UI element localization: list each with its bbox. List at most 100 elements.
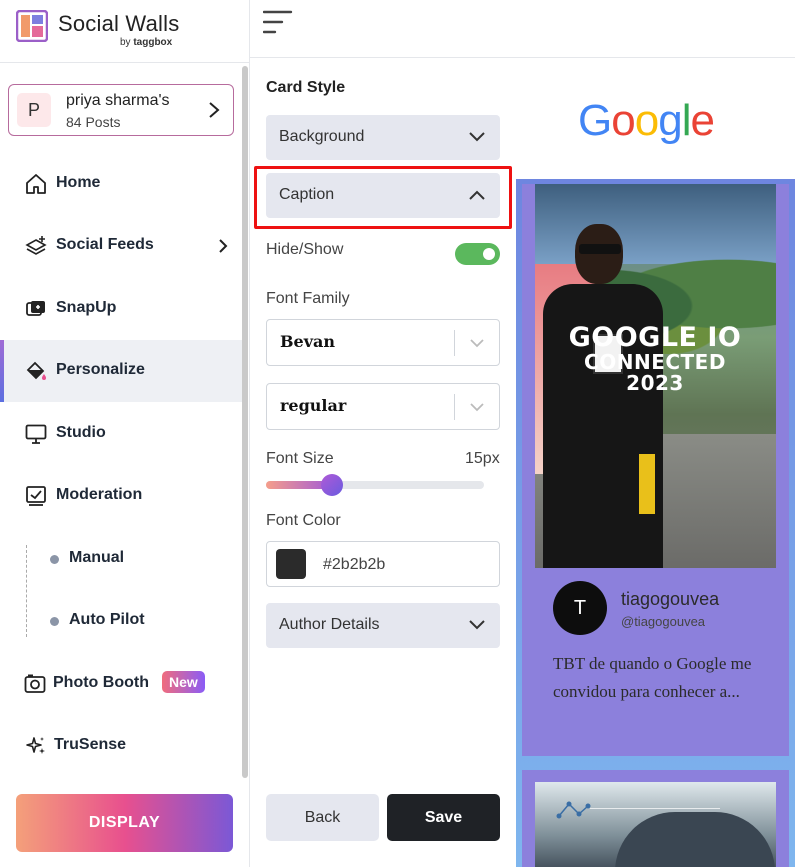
accordion-label: Background bbox=[279, 128, 365, 145]
chevron-up-icon bbox=[469, 190, 485, 200]
author-handle: @tiagogouvea bbox=[621, 614, 706, 629]
font-size-label: Font Size bbox=[266, 450, 334, 467]
sidebar-item-label: Home bbox=[56, 174, 101, 191]
menu-toggle-icon[interactable] bbox=[263, 10, 293, 36]
font-weight-value: regular bbox=[280, 396, 347, 415]
post-image[interactable] bbox=[535, 782, 776, 867]
accordion-label: Caption bbox=[279, 186, 335, 203]
sidebar-item-label: Manual bbox=[69, 549, 125, 566]
account-avatar: P bbox=[17, 93, 51, 127]
wall-preview: Google GOOGLE IO CONNECTED 2023 T tiagog… bbox=[516, 59, 795, 867]
brand-byline: by taggbox bbox=[120, 37, 172, 48]
account-switcher[interactable]: P priya sharma's 84 Posts bbox=[8, 84, 234, 136]
sidebar-item-home[interactable]: Home bbox=[0, 153, 242, 215]
sidebar-item-auto-pilot[interactable]: Auto Pilot bbox=[0, 590, 242, 652]
google-logo: Google bbox=[578, 96, 715, 146]
brand-logo[interactable]: Social Walls by taggbox bbox=[16, 8, 246, 54]
card-style-panel: Card Style Background Caption Hide/Show … bbox=[250, 59, 516, 867]
sidebar-item-social-feeds[interactable]: Social Feeds bbox=[0, 215, 242, 277]
sidebar-item-label: Social Feeds bbox=[56, 236, 154, 253]
font-family-value: Bevan bbox=[280, 332, 335, 351]
slider-thumb[interactable] bbox=[320, 474, 343, 496]
display-button[interactable]: DISPLAY bbox=[16, 794, 233, 852]
brand-by-text: by bbox=[120, 37, 131, 48]
chevron-down-icon bbox=[470, 339, 484, 348]
select-separator bbox=[454, 394, 455, 420]
brand-by-name: taggbox bbox=[133, 37, 173, 48]
sidebar-item-photo-booth[interactable]: Photo Booth New bbox=[0, 653, 242, 715]
chevron-down-icon bbox=[470, 403, 484, 412]
google-logo-letter: G bbox=[578, 96, 612, 145]
font-size-value: 15px bbox=[465, 450, 500, 467]
caption-accordion[interactable]: Caption bbox=[266, 173, 500, 218]
save-button[interactable]: Save bbox=[387, 794, 500, 841]
sidebar-item-label: TruSense bbox=[54, 736, 127, 753]
color-swatch[interactable] bbox=[276, 549, 306, 579]
paint-bucket-icon bbox=[26, 361, 46, 380]
font-color-label: Font Color bbox=[266, 512, 341, 529]
snapup-icon bbox=[26, 301, 45, 316]
layers-plus-icon bbox=[25, 236, 47, 255]
sparkles-icon bbox=[26, 737, 45, 754]
account-name: priya sharma's bbox=[66, 92, 170, 109]
account-posts-count: 84 Posts bbox=[66, 114, 121, 130]
sidebar-item-trusense[interactable]: TruSense bbox=[0, 715, 242, 777]
hide-show-toggle[interactable] bbox=[455, 243, 500, 265]
sidebar-item-label: SnapUp bbox=[56, 299, 117, 316]
sidebar-scrollbar[interactable] bbox=[242, 66, 248, 778]
new-badge: New bbox=[162, 671, 205, 693]
font-family-select[interactable]: Bevan bbox=[266, 319, 500, 366]
post-image[interactable]: GOOGLE IO CONNECTED 2023 bbox=[535, 184, 776, 568]
sidebar-item-snapup[interactable]: SnapUp bbox=[0, 278, 242, 340]
sidebar-item-label: Studio bbox=[56, 424, 106, 441]
image-line bbox=[590, 808, 720, 809]
font-family-label: Font Family bbox=[266, 290, 350, 307]
google-logo-letter: e bbox=[690, 96, 715, 145]
sidebar-item-studio[interactable]: Studio bbox=[0, 403, 242, 465]
chevron-down-icon bbox=[469, 132, 485, 142]
image-person-head bbox=[575, 224, 623, 284]
panel-title: Card Style bbox=[266, 79, 346, 96]
back-button[interactable]: Back bbox=[266, 794, 379, 841]
google-logo-letter: o bbox=[634, 96, 660, 145]
hide-show-label: Hide/Show bbox=[266, 241, 344, 258]
author-avatar[interactable]: T bbox=[553, 581, 607, 635]
image-beanie bbox=[615, 812, 775, 867]
image-person bbox=[543, 224, 663, 568]
post-card[interactable]: GOOGLE IO CONNECTED 2023 T tiagogouvea @… bbox=[522, 184, 789, 756]
font-weight-select[interactable]: regular bbox=[266, 383, 500, 430]
background-accordion[interactable]: Background bbox=[266, 115, 500, 160]
brand-title: Social Walls bbox=[58, 11, 180, 36]
image-title-line1: GOOGLE IO bbox=[568, 322, 742, 353]
google-logo-letter: o bbox=[611, 96, 636, 145]
image-overlay-title: GOOGLE IO CONNECTED 2023 bbox=[555, 322, 755, 396]
monitor-icon bbox=[25, 424, 47, 444]
image-title-line2: CONNECTED 2023 bbox=[584, 350, 726, 396]
font-color-input[interactable]: #2b2b2b bbox=[266, 541, 500, 587]
sidebar-item-label: Photo Booth bbox=[53, 674, 149, 691]
author-details-accordion[interactable]: Author Details bbox=[266, 603, 500, 648]
google-logo-letter: g bbox=[658, 96, 683, 145]
post-card[interactable] bbox=[522, 770, 789, 867]
home-icon bbox=[26, 174, 46, 194]
font-size-slider[interactable] bbox=[266, 474, 484, 496]
camera-icon bbox=[24, 674, 46, 693]
chevron-right-icon bbox=[209, 102, 220, 118]
top-bar bbox=[250, 0, 795, 58]
network-graphic-icon bbox=[556, 801, 591, 819]
check-box-icon bbox=[26, 486, 46, 506]
author-name[interactable]: tiagogouvea bbox=[621, 589, 719, 610]
image-person-sunglasses bbox=[579, 244, 621, 254]
sidebar-item-label: Auto Pilot bbox=[69, 611, 145, 628]
post-caption: TBT de quando o Google me convidou para … bbox=[553, 654, 752, 701]
chevron-down-icon bbox=[469, 620, 485, 630]
sidebar-item-moderation[interactable]: Moderation bbox=[0, 465, 242, 527]
font-color-value: #2b2b2b bbox=[323, 556, 386, 573]
sidebar-item-manual[interactable]: Manual bbox=[0, 528, 242, 590]
image-yellow-post bbox=[639, 454, 655, 514]
bullet-dot-icon bbox=[50, 555, 59, 564]
sidebar-item-label: Moderation bbox=[56, 486, 143, 503]
sidebar-item-label: Personalize bbox=[56, 361, 145, 378]
sidebar-item-personalize[interactable]: Personalize bbox=[0, 340, 242, 402]
sidebar-divider bbox=[0, 62, 250, 63]
